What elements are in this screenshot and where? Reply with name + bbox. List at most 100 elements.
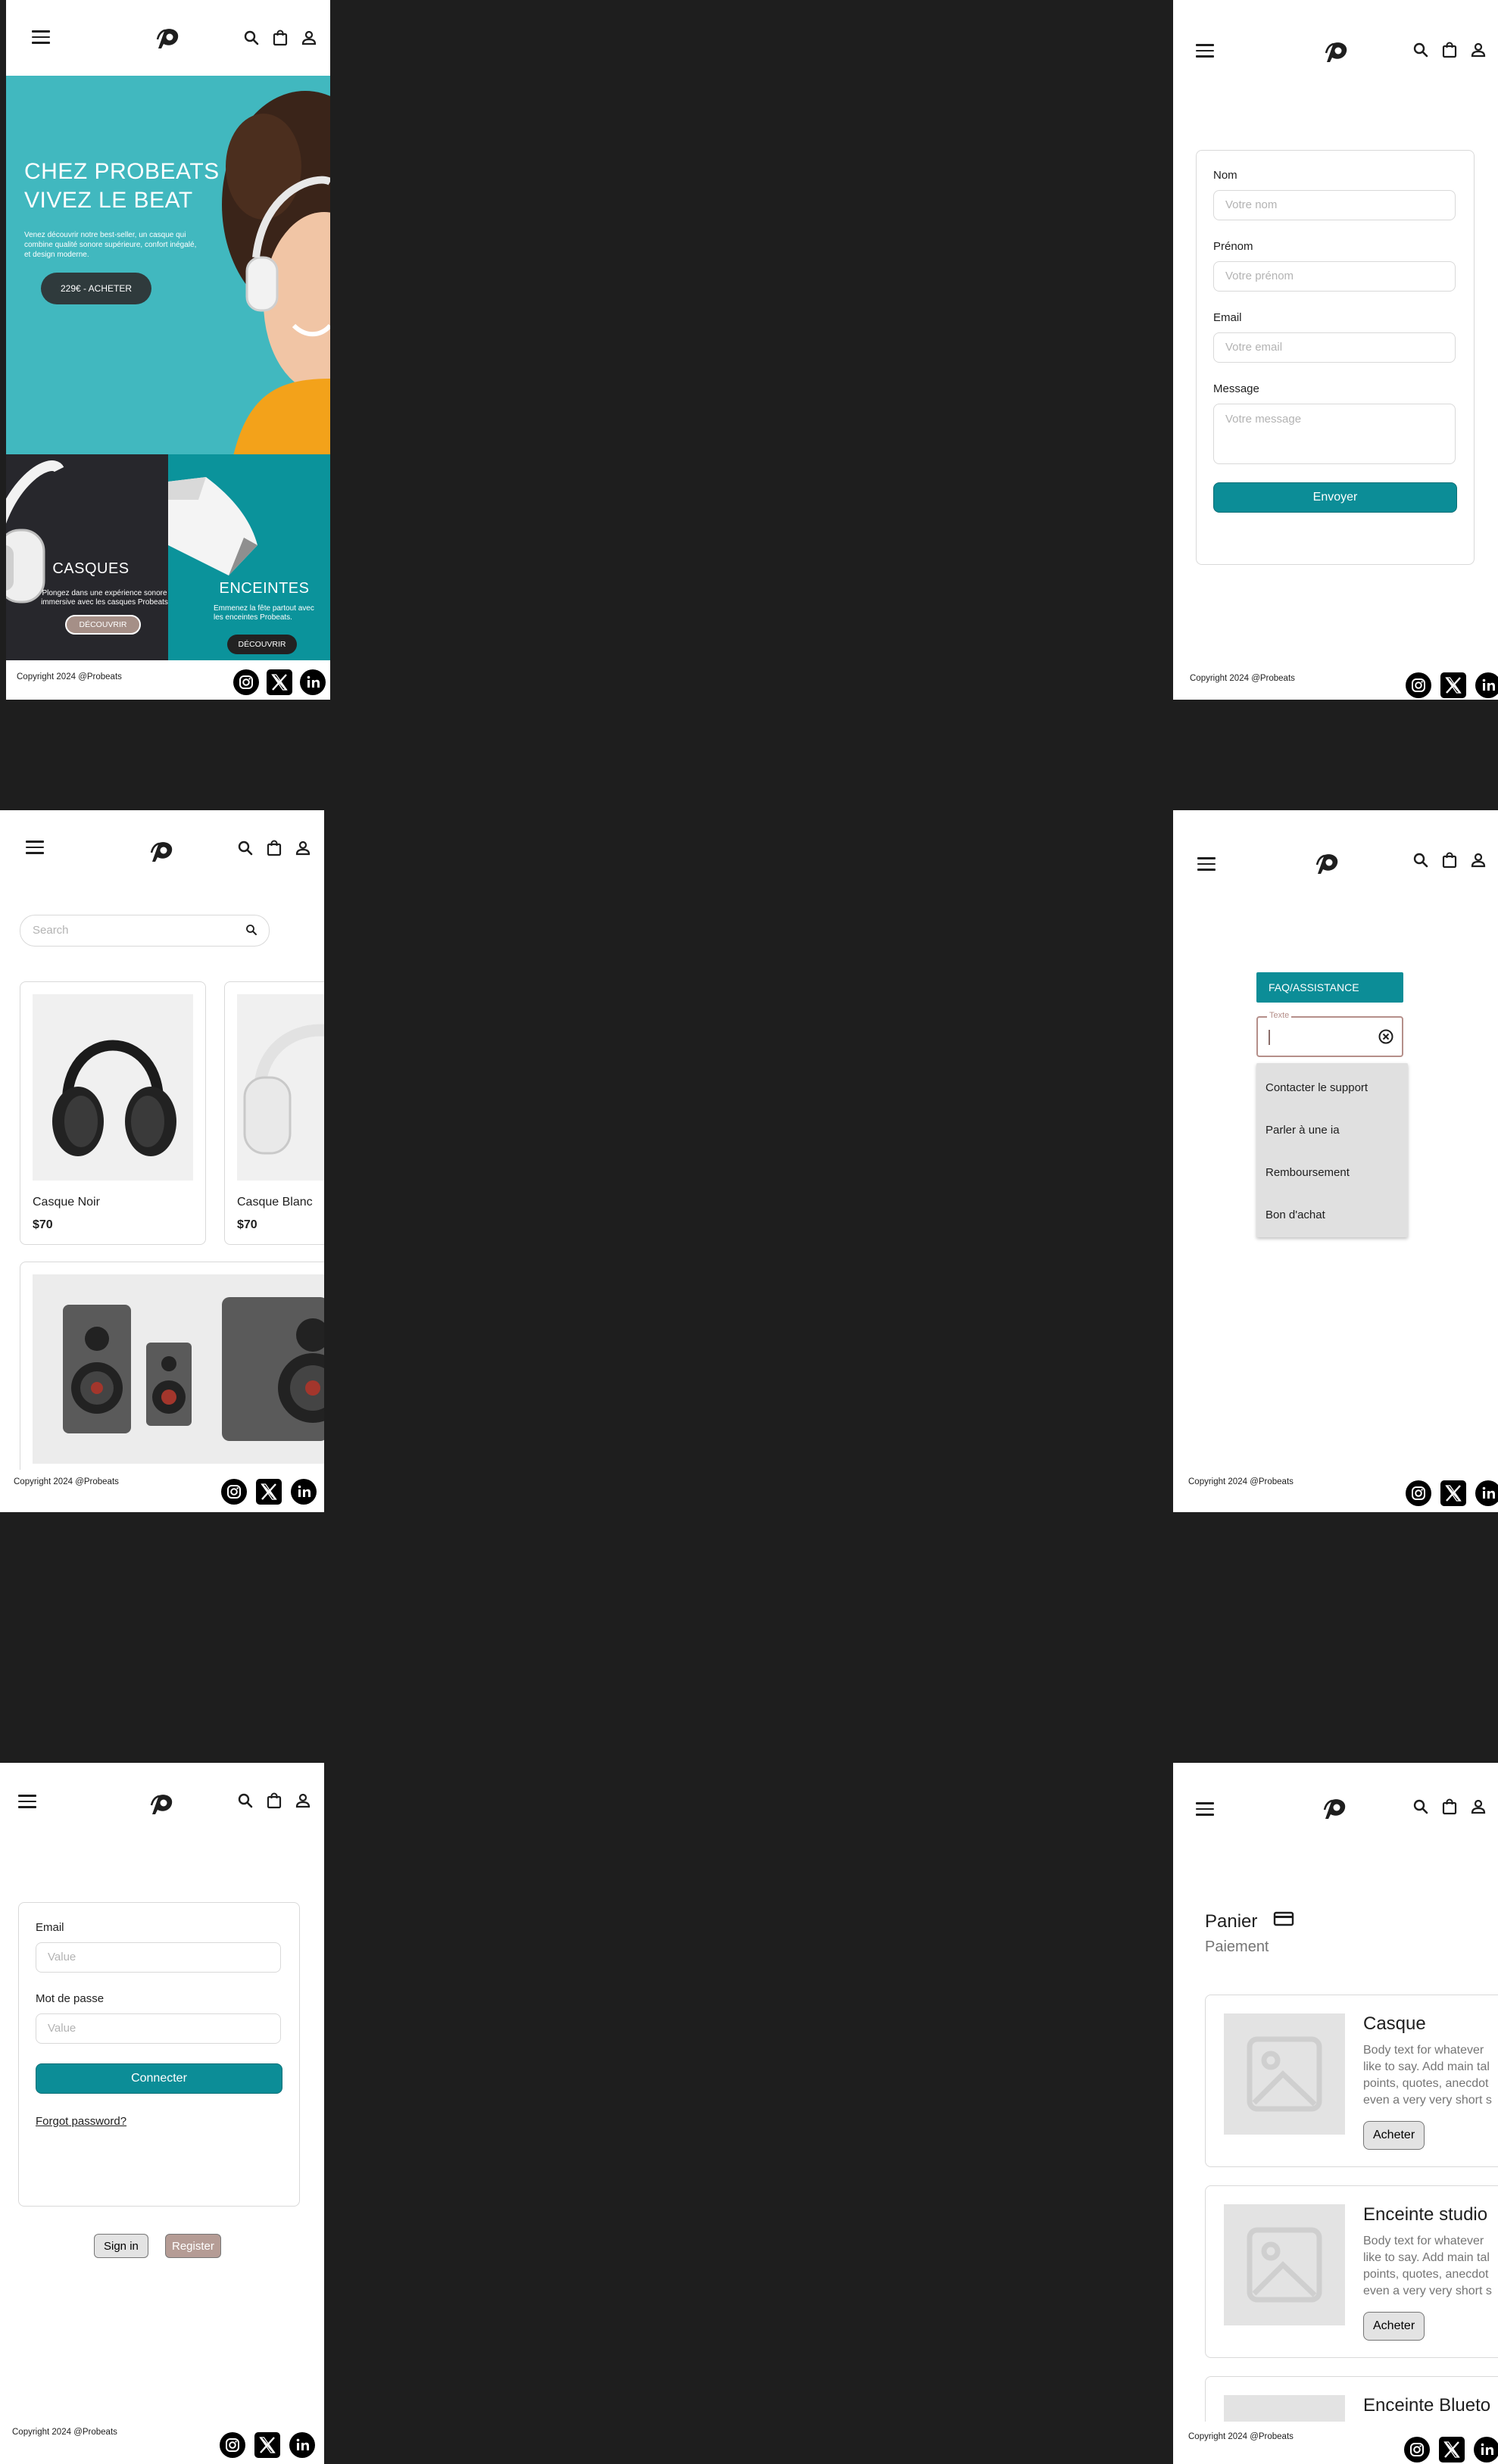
search-icon[interactable] [1412, 851, 1430, 869]
menu-item[interactable]: Remboursement [1265, 1166, 1350, 1179]
search-bar[interactable]: Search [20, 915, 270, 947]
speakers-discover-button[interactable]: DÉCOUVRIR [227, 635, 297, 654]
instagram-icon[interactable] [220, 2432, 245, 2458]
linkedin-icon[interactable] [291, 1479, 317, 1505]
search-icon[interactable] [242, 29, 261, 47]
search-icon[interactable] [236, 839, 254, 857]
search-icon[interactable] [1412, 41, 1430, 59]
menu-item[interactable]: Parler à une ia [1265, 1124, 1340, 1137]
faq-field-label: Texte [1267, 1011, 1292, 1020]
headphones-tile-text: Plongez dans une expérience sonore immer… [41, 589, 168, 607]
menu-item[interactable]: Contacter le support [1265, 1081, 1368, 1094]
email-label: Email [1213, 311, 1242, 324]
linkedin-icon[interactable] [289, 2432, 315, 2458]
home-screen: CHEZ PROBEATS VIVEZ LE BEAT Venez découvr… [6, 0, 330, 700]
linkedin-icon[interactable] [1475, 1480, 1498, 1506]
menu-icon[interactable] [32, 30, 50, 44]
menu-icon[interactable] [1196, 44, 1214, 58]
copyright-text: Copyright 2024 @Probeats [1188, 1477, 1294, 1486]
hero-title-line2: VIVEZ LE BEAT [24, 188, 193, 213]
menu-icon[interactable] [1197, 857, 1216, 871]
speakers-tile[interactable]: ENCEINTES Emmenez la fête partout avec l… [168, 454, 330, 663]
footer: Copyright 2024 @Probeats [6, 660, 330, 700]
product-card[interactable]: Casque Blanc $70 [224, 981, 324, 1245]
firstname-input[interactable]: Votre prénom [1213, 261, 1456, 292]
email-input[interactable]: Value [36, 1942, 281, 1973]
user-icon[interactable] [294, 1792, 312, 1810]
hero-description: Venez découvrir notre best-seller, un ca… [24, 231, 197, 259]
instagram-icon[interactable] [1406, 1480, 1431, 1506]
user-icon[interactable] [294, 839, 312, 857]
x-icon[interactable] [254, 2432, 280, 2458]
description-line: points, quotes, anecdot [1363, 2268, 1489, 2281]
register-button[interactable]: Register [165, 2234, 221, 2258]
footer: Copyright 2024 @Probeats [1173, 1470, 1498, 1512]
probeats-logo[interactable] [1323, 41, 1350, 64]
x-icon[interactable] [267, 669, 292, 695]
probeats-logo[interactable] [148, 841, 176, 863]
product-card[interactable] [20, 1262, 324, 1483]
shopping-bag-icon[interactable] [1440, 1798, 1459, 1816]
speakers-tile-title: ENCEINTES [219, 580, 310, 597]
hero-banner: CHEZ PROBEATS VIVEZ LE BEAT Venez découvr… [6, 76, 330, 456]
shopping-bag-icon[interactable] [1440, 41, 1459, 59]
menu-icon[interactable] [18, 1795, 36, 1808]
headphones-tile[interactable]: CASQUES Plongez dans une expérience sono… [6, 454, 168, 663]
footer: Copyright 2024 @Probeats [0, 1470, 324, 1512]
clear-icon[interactable] [1378, 1028, 1394, 1045]
connect-button[interactable]: Connecter [36, 2063, 282, 2094]
password-input[interactable]: Value [36, 2013, 281, 2044]
x-icon[interactable] [1440, 672, 1466, 698]
cart-item-title: Casque [1363, 2013, 1426, 2034]
search-icon[interactable] [236, 1792, 254, 1810]
product-image-speakers [33, 1274, 324, 1464]
linkedin-icon[interactable] [1474, 2437, 1498, 2462]
product-image-placeholder [1224, 2013, 1345, 2135]
x-icon[interactable] [1440, 1480, 1466, 1506]
shopping-bag-icon[interactable] [265, 839, 283, 857]
x-icon[interactable] [1439, 2437, 1465, 2462]
credit-card-icon[interactable] [1273, 1910, 1294, 1927]
description-line: Body text for whatever [1363, 2044, 1484, 2057]
menu-icon[interactable] [1196, 1802, 1214, 1816]
faq-button[interactable]: FAQ/ASSISTANCE [1256, 972, 1403, 1003]
faq-text-field[interactable]: Texte [1256, 1011, 1403, 1057]
copyright-text: Copyright 2024 @Probeats [1190, 674, 1295, 683]
user-icon[interactable] [1469, 1798, 1487, 1816]
instagram-icon[interactable] [1404, 2437, 1430, 2462]
headphones-discover-button[interactable]: DÉCOUVRIR [65, 615, 141, 635]
contact-screen: Nom Votre nom Prénom Votre prénom Email … [1173, 0, 1498, 700]
email-input[interactable]: Votre email [1213, 332, 1456, 363]
menu-item[interactable]: Bon d'achat [1265, 1209, 1325, 1221]
user-icon[interactable] [1469, 851, 1487, 869]
buy-button[interactable]: 229€ - ACHETER [41, 273, 151, 304]
faq-screen: FAQ/ASSISTANCE Texte Contacter le suppor… [1173, 810, 1498, 1512]
sign-in-button[interactable]: Sign in [94, 2234, 148, 2258]
linkedin-icon[interactable] [300, 669, 326, 695]
product-card[interactable]: Casque Noir $70 [20, 981, 206, 1245]
user-icon[interactable] [300, 29, 318, 47]
probeats-logo[interactable] [154, 27, 182, 50]
name-input[interactable]: Votre nom [1213, 190, 1456, 220]
shopping-bag-icon[interactable] [265, 1792, 283, 1810]
message-textarea[interactable]: Votre message [1213, 404, 1456, 464]
linkedin-icon[interactable] [1475, 672, 1498, 698]
user-icon[interactable] [1469, 41, 1487, 59]
search-icon[interactable] [1412, 1798, 1430, 1816]
x-icon[interactable] [256, 1479, 282, 1505]
probeats-logo[interactable] [1322, 1798, 1349, 1820]
forgot-password-link[interactable]: Forgot password? [36, 2115, 126, 2128]
instagram-icon[interactable] [233, 669, 259, 695]
instagram-icon[interactable] [221, 1479, 247, 1505]
send-button[interactable]: Envoyer [1213, 482, 1457, 513]
hero-woman-image [222, 91, 330, 456]
buy-button[interactable]: Acheter [1363, 2312, 1425, 2341]
shopping-bag-icon[interactable] [1440, 851, 1459, 869]
probeats-logo[interactable] [148, 1793, 176, 1816]
menu-icon[interactable] [26, 841, 44, 854]
search-icon[interactable] [245, 923, 258, 937]
shopping-bag-icon[interactable] [271, 29, 289, 47]
probeats-logo[interactable] [1314, 853, 1341, 875]
buy-button[interactable]: Acheter [1363, 2121, 1425, 2150]
instagram-icon[interactable] [1406, 672, 1431, 698]
